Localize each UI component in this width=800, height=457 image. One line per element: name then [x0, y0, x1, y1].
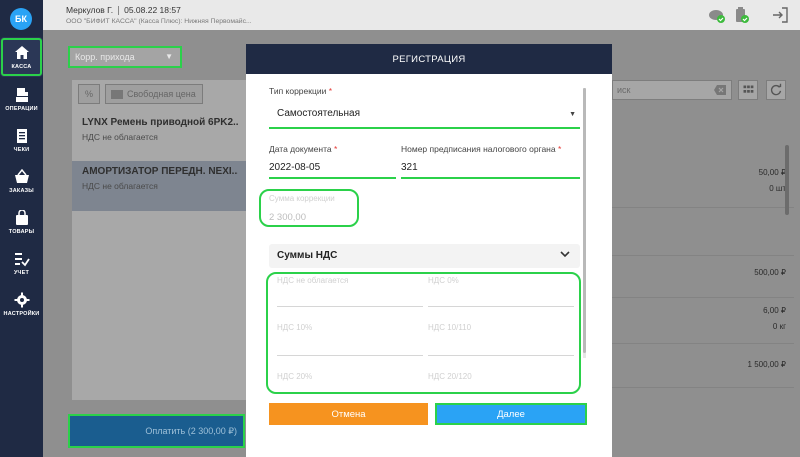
vat-field-label: НДС 20/120 — [428, 372, 472, 381]
cart-item-name: LYNX Ремень приводной 6PK2... — [82, 117, 238, 128]
vat-field-input[interactable] — [277, 355, 423, 356]
doc-date-field[interactable]: 2022-08-05 — [269, 158, 396, 178]
sidebar: БК КАССА ОПЕРАЦИИ ЧЕКИ ЗАКАЗЫ ТОВАРЫ УЧЕ… — [0, 0, 43, 457]
cancel-button[interactable]: Отмена — [269, 403, 428, 425]
bag-icon — [15, 209, 28, 225]
product-row[interactable]: 500,00 ₽ — [612, 256, 794, 298]
order-number-label: Номер предписания налогового органа * — [401, 144, 562, 154]
register-icon — [15, 87, 28, 102]
list-scrollbar[interactable] — [785, 145, 789, 215]
vat-field-label: НДС 10/110 — [428, 323, 472, 332]
correction-sum-value: 2 300,00 — [269, 212, 306, 223]
current-datetime: 05.08.22 18:57 — [124, 5, 181, 15]
product-price: 1 500,00 ₽ — [747, 360, 786, 369]
grid-icon — [743, 85, 754, 93]
gear-icon — [14, 292, 29, 307]
refresh-button[interactable] — [766, 80, 786, 100]
receipt-icon — [16, 128, 27, 143]
free-price-label: Свободная цена — [127, 89, 196, 99]
modal-scrollbar-thumb[interactable] — [583, 88, 586, 353]
vat-field-label: НДС 20% — [277, 372, 313, 381]
clear-icon[interactable] — [714, 85, 726, 95]
correction-type-select[interactable]: Самостоятельная ▼ — [269, 101, 580, 129]
top-bar: Меркулов Г. 05.08.22 18:57 ООО "БИФИТ КАС… — [43, 0, 800, 30]
app-logo: БК — [10, 8, 32, 30]
product-qty: 0 шт — [769, 184, 786, 193]
vat-field-input[interactable] — [428, 355, 574, 356]
product-qty: 0 кг — [772, 322, 786, 331]
product-price: 50,00 ₽ — [758, 168, 786, 177]
order-number-field[interactable]: 321 — [401, 158, 580, 178]
modal-title: РЕГИСТРАЦИЯ — [246, 44, 612, 74]
grid-view-button[interactable] — [738, 80, 758, 100]
correction-sum-field[interactable]: 2 300,00 — [269, 209, 357, 225]
sidebar-item-operations[interactable]: ОПЕРАЦИИ — [0, 79, 43, 119]
fiscal-device-icon[interactable] — [733, 6, 751, 24]
correction-type-underline — [269, 127, 580, 129]
logout-icon[interactable] — [771, 6, 789, 24]
correction-type-label: Тип коррекции * — [269, 86, 333, 96]
sidebar-item-orders[interactable]: ЗАКАЗЫ — [0, 161, 43, 201]
sidebar-item-accounting[interactable]: УЧЕТ — [0, 243, 43, 283]
product-row[interactable]: 50,00 ₽ 0 шт — [612, 160, 794, 208]
caret-down-icon: ▼ — [569, 111, 576, 118]
correction-type-value: Самостоятельная — [277, 108, 361, 119]
price-tag-icon — [111, 89, 123, 99]
sidebar-item-kassa[interactable]: КАССА — [0, 37, 43, 77]
sidebar-item-label: УЧЕТ — [13, 269, 30, 276]
product-price: 6,00 ₽ — [763, 306, 786, 315]
sidebar-item-receipts[interactable]: ЧЕКИ — [0, 120, 43, 160]
chevron-down-icon — [560, 251, 570, 258]
cart-item-tax: НДС не облагается — [82, 132, 158, 142]
refresh-icon — [770, 83, 782, 96]
user-info: Меркулов Г. 05.08.22 18:57 — [66, 5, 181, 16]
vat-field-input[interactable] — [428, 306, 574, 307]
modal-scrollbar[interactable] — [583, 88, 586, 358]
cart-item-name: АМОРТИЗАТОР ПЕРЕДН. NEXI... — [82, 166, 238, 177]
basket-icon — [14, 168, 29, 183]
sidebar-item-label: ТОВАРЫ — [8, 228, 35, 235]
sidebar-item-goods[interactable]: ТОВАРЫ — [0, 202, 43, 242]
doc-date-value: 2022-08-05 — [269, 162, 321, 173]
doc-date-underline — [269, 177, 396, 179]
order-number-value: 321 — [401, 162, 418, 173]
sidebar-item-settings[interactable]: НАСТРОЙКИ — [0, 284, 43, 324]
sidebar-item-label: ОПЕРАЦИИ — [5, 105, 38, 112]
product-row[interactable]: 6,00 ₽ 0 кг — [612, 298, 794, 344]
vat-sums-accordion[interactable]: Суммы НДС — [269, 244, 580, 268]
vat-field-label: НДС не облагается — [277, 276, 349, 285]
sidebar-item-label: ЗАКАЗЫ — [9, 187, 34, 194]
pay-button[interactable]: Оплатить (2 300,00 ₽) — [68, 414, 245, 448]
vat-sums-title: Суммы НДС — [277, 250, 338, 261]
order-number-underline — [401, 177, 580, 179]
vat-field-label: НДС 10% — [277, 323, 313, 332]
cloud-sync-icon[interactable] — [708, 6, 726, 24]
receipt-type-select[interactable]: Корр. прихода ▼ — [68, 46, 182, 68]
vat-field-input[interactable] — [277, 306, 423, 307]
cart-item[interactable]: LYNX Ремень приводной 6PK2... НДС не обл… — [72, 112, 248, 160]
discount-button[interactable]: % — [78, 84, 100, 104]
percent-icon: % — [84, 89, 93, 99]
sidebar-item-label: НАСТРОЙКИ — [3, 310, 40, 317]
sidebar-item-label: КАССА — [11, 63, 32, 70]
home-icon — [14, 45, 29, 59]
product-row[interactable] — [612, 208, 794, 256]
organization-name: ООО "БИФИТ КАССА" (Касса Плюс): Нижняя П… — [66, 18, 252, 25]
cart-item-tax: НДС не облагается — [82, 181, 158, 191]
product-row[interactable]: 1 500,00 ₽ — [612, 344, 794, 388]
user-name: Меркулов Г. — [66, 5, 114, 15]
sidebar-item-label: ЧЕКИ — [13, 146, 30, 153]
next-button[interactable]: Далее — [435, 403, 587, 425]
vat-field-label: НДС 0% — [428, 276, 459, 285]
caret-down-icon: ▼ — [165, 52, 173, 61]
free-price-button[interactable]: Свободная цена — [105, 84, 203, 104]
checklist-icon — [14, 252, 30, 266]
correction-sum-label: Сумма коррекции — [269, 194, 335, 203]
product-price: 500,00 ₽ — [754, 268, 786, 277]
receipt-type-value: Корр. прихода — [75, 52, 135, 62]
doc-date-label: Дата документа * — [269, 144, 338, 154]
cart-item[interactable]: АМОРТИЗАТОР ПЕРЕДН. NEXI... НДС не облаг… — [72, 161, 248, 211]
vat-fields-highlight — [266, 272, 581, 394]
